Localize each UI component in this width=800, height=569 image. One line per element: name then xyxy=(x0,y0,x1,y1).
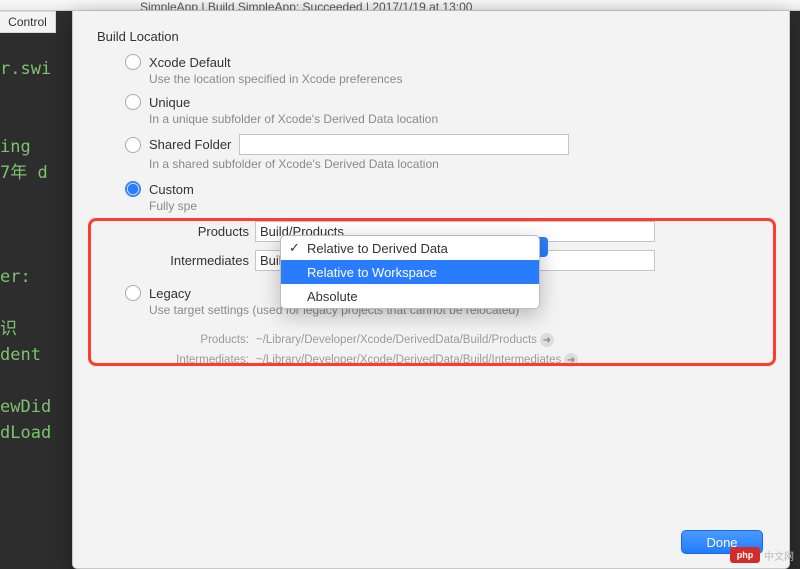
check-icon: ✓ xyxy=(289,240,300,256)
watermark: php 中文网 xyxy=(730,547,794,563)
intermediates-label: Intermediates xyxy=(149,253,249,268)
radio-xcode-default-label: Xcode Default xyxy=(149,55,231,70)
products-path-key: Products: xyxy=(149,334,249,346)
dropdown-item-label: Relative to Workspace xyxy=(307,265,437,280)
dropdown-item[interactable]: Relative to Workspace xyxy=(281,260,539,284)
radio-custom-desc: Fully spe xyxy=(149,199,765,213)
sidebar-tab-label: Control xyxy=(8,15,47,29)
dropdown-item[interactable]: ✓ Relative to Derived Data xyxy=(281,236,539,260)
radio-shared-desc: In a shared subfolder of Xcode's Derived… xyxy=(149,157,765,171)
products-path-value: ~/Library/Developer/Xcode/DerivedData/Bu… xyxy=(256,334,537,346)
radio-shared[interactable] xyxy=(125,137,141,153)
toolbar-status: SimpleApp | Build SimpleApp: Succeeded |… xyxy=(140,0,472,11)
radio-unique[interactable] xyxy=(125,94,141,110)
radio-shared-label: Shared Folder xyxy=(149,137,231,152)
radio-legacy[interactable] xyxy=(125,285,141,301)
shared-folder-input[interactable] xyxy=(239,134,569,155)
dropdown-item-label: Absolute xyxy=(307,289,358,304)
radio-xcode-default[interactable] xyxy=(125,54,141,70)
radio-custom[interactable] xyxy=(125,181,141,197)
toolbar: SimpleApp | Build SimpleApp: Succeeded |… xyxy=(0,0,800,11)
radio-legacy-label: Legacy xyxy=(149,286,191,301)
custom-location-dropdown[interactable]: ✓ Relative to Derived Data Relative to Wor… xyxy=(280,235,540,309)
intermediates-path-value: ~/Library/Developer/Xcode/DerivedData/Bu… xyxy=(256,354,561,366)
open-in-finder-icon[interactable]: ➜ xyxy=(540,333,554,347)
radio-custom-label: Custom xyxy=(149,182,194,197)
intermediates-path-key: Intermediates: xyxy=(149,354,249,366)
dropdown-item[interactable]: Absolute xyxy=(281,284,539,308)
sidebar-tab-control[interactable]: Control xyxy=(0,11,56,33)
dropdown-item-label: Relative to Derived Data xyxy=(307,241,448,256)
radio-xcode-default-desc: Use the location specified in Xcode pref… xyxy=(149,72,765,86)
watermark-badge: php xyxy=(730,547,760,563)
section-title: Build Location xyxy=(97,29,765,44)
radio-unique-label: Unique xyxy=(149,95,190,110)
open-in-finder-icon[interactable]: ➜ xyxy=(564,353,578,367)
radio-unique-desc: In a unique subfolder of Xcode's Derived… xyxy=(149,112,765,126)
products-label: Products xyxy=(149,224,249,239)
watermark-text: 中文网 xyxy=(764,548,794,563)
